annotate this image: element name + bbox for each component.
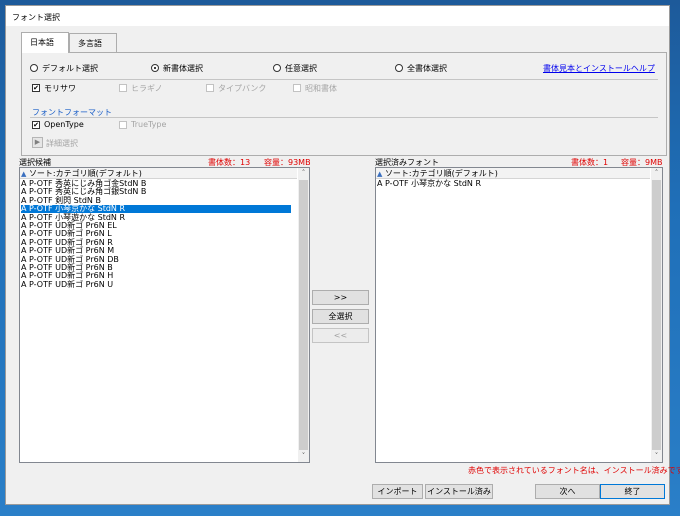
detail-select-button[interactable]: ▶ [32, 137, 43, 148]
radio-all-select-label[interactable]: 全書体選択 [407, 63, 447, 74]
selected-column-header[interactable]: ▲ ソート:カテゴリ順(デフォルト) [376, 168, 650, 179]
selected-column-header-label: ソート:カテゴリ順(デフォルト) [384, 169, 498, 178]
scroll-down-icon[interactable]: ˅ [298, 451, 309, 462]
select-all-button[interactable]: 全選択 [312, 309, 369, 324]
list-item[interactable]: A P-OTF 小琴京かな StdN R [21, 205, 291, 214]
font-select-window: フォント選択 日本語 多言語 デフォルト選択 新書体選択 任意選択 全書体選択 … [5, 5, 680, 505]
scroll-up-icon[interactable]: ˄ [298, 168, 309, 179]
radio-custom-select[interactable] [273, 64, 281, 72]
detail-select-label: 詳細選択 [46, 139, 78, 148]
checkbox-typebank-label: タイプバンク [218, 84, 267, 93]
list-item[interactable]: A P-OTF UD新ゴ Pr6N M [21, 247, 291, 255]
radio-default-select[interactable] [30, 64, 38, 72]
radio-new-font-select[interactable] [151, 64, 159, 72]
checkbox-typebank[interactable] [206, 84, 214, 92]
candidates-scrollbar[interactable]: ˄ ˅ [298, 168, 309, 462]
finish-button[interactable]: 終了 [600, 484, 665, 499]
sort-up-icon: ▲ [377, 170, 383, 178]
radio-all-select[interactable] [395, 64, 403, 72]
selected-listbox[interactable]: ▲ ソート:カテゴリ順(デフォルト) A P-OTF 小琴京かな StdN R … [375, 167, 663, 463]
window-title: フォント選択 [6, 6, 669, 26]
checkbox-hiragino[interactable] [119, 84, 127, 92]
divider [30, 117, 658, 118]
sort-up-icon: ▲ [21, 170, 27, 178]
scroll-up-icon[interactable]: ˄ [651, 168, 662, 179]
help-link[interactable]: 書体見本とインストールヘルプ [543, 63, 655, 74]
candidates-column-header-label: ソート:カテゴリ順(デフォルト) [28, 169, 142, 178]
next-button[interactable]: 次へ [535, 484, 600, 499]
tab-japanese[interactable]: 日本語 [21, 32, 69, 53]
scrollbar-thumb[interactable] [652, 180, 661, 450]
divider [30, 79, 658, 80]
import-button[interactable]: インポート [372, 484, 423, 499]
checkbox-morisawa-label[interactable]: モリサワ [44, 83, 76, 94]
tab-multilingual[interactable]: 多言語 [69, 33, 117, 52]
checkbox-hiragino-label: ヒラギノ [131, 84, 163, 93]
play-icon: ▶ [34, 138, 41, 146]
remove-button[interactable]: << [312, 328, 369, 343]
checkbox-morisawa[interactable]: ✔ [32, 84, 40, 92]
checkbox-showa[interactable] [293, 84, 301, 92]
selected-scrollbar[interactable]: ˄ ˅ [651, 168, 662, 462]
installed-notice: 赤色で表示されているフォント名は、インストール済みです。 [468, 466, 680, 475]
candidates-listbox[interactable]: ▲ ソート:カテゴリ順(デフォルト) A P-OTF 秀英にじみ角ゴ金StdN … [19, 167, 310, 463]
list-item[interactable]: A P-OTF UD新ゴ Pr6N U [21, 280, 291, 289]
installed-only-button[interactable]: インストール済み [425, 484, 493, 499]
candidates-column-header[interactable]: ▲ ソート:カテゴリ順(デフォルト) [20, 168, 297, 179]
checkbox-truetype[interactable] [119, 121, 127, 129]
list-item[interactable]: A P-OTF 小琴京かな StdN R [377, 180, 647, 188]
checkbox-opentype-label[interactable]: OpenType [44, 120, 84, 129]
checkbox-opentype[interactable]: ✔ [32, 121, 40, 129]
radio-default-select-label[interactable]: デフォルト選択 [42, 63, 98, 74]
checkbox-truetype-label: TrueType [131, 120, 167, 129]
scrollbar-thumb[interactable] [299, 180, 308, 450]
add-button[interactable]: >> [312, 290, 369, 305]
checkbox-showa-label: 昭和書体 [305, 84, 337, 93]
scroll-down-icon[interactable]: ˅ [651, 451, 662, 462]
radio-custom-select-label[interactable]: 任意選択 [285, 63, 317, 74]
tab-panel-japanese: デフォルト選択 新書体選択 任意選択 全書体選択 書体見本とインストールヘルプ … [21, 52, 667, 156]
radio-new-font-select-label[interactable]: 新書体選択 [163, 63, 203, 74]
